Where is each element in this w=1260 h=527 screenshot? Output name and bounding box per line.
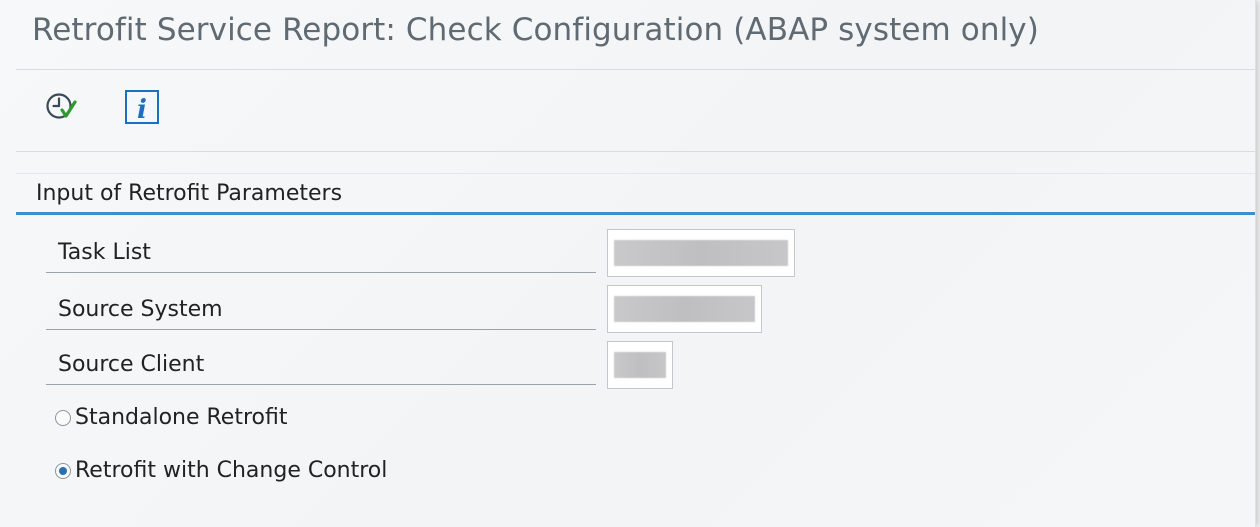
redacted-value (614, 352, 666, 378)
source-system-label: Source System (46, 290, 596, 330)
standalone-retrofit-label: Standalone Retrofit (75, 405, 288, 430)
radio-selected-dot (59, 466, 67, 475)
execute-button[interactable] (40, 89, 80, 129)
svg-text:i: i (137, 95, 147, 125)
retrofit-with-change-control-label: Retrofit with Change Control (75, 458, 388, 483)
task-list-label: Task List (46, 233, 596, 273)
execute-clock-check-icon (43, 90, 77, 128)
radio-unselected-icon[interactable] (55, 409, 71, 426)
group-title-underline (16, 212, 1255, 215)
radio-selected-icon[interactable] (55, 462, 71, 479)
source-client-label: Source Client (46, 345, 596, 385)
page-title: Retrofit Service Report: Check Configura… (32, 12, 1039, 48)
toolbar-divider (16, 151, 1255, 152)
toolbar-divider-secondary (16, 173, 1255, 174)
redacted-value (614, 240, 788, 266)
info-icon: i (124, 89, 160, 129)
standalone-retrofit-radio[interactable]: Standalone Retrofit (55, 405, 287, 430)
source-system-input[interactable] (607, 285, 762, 333)
info-button[interactable]: i (122, 89, 162, 129)
retrofit-with-change-control-radio[interactable]: Retrofit with Change Control (55, 458, 387, 483)
report-window: Retrofit Service Report: Check Configura… (0, 0, 1256, 527)
task-list-input[interactable] (607, 229, 795, 277)
group-title: Input of Retrofit Parameters (36, 181, 343, 206)
title-divider (16, 69, 1255, 70)
redacted-value (614, 296, 755, 322)
source-client-input[interactable] (607, 341, 673, 389)
